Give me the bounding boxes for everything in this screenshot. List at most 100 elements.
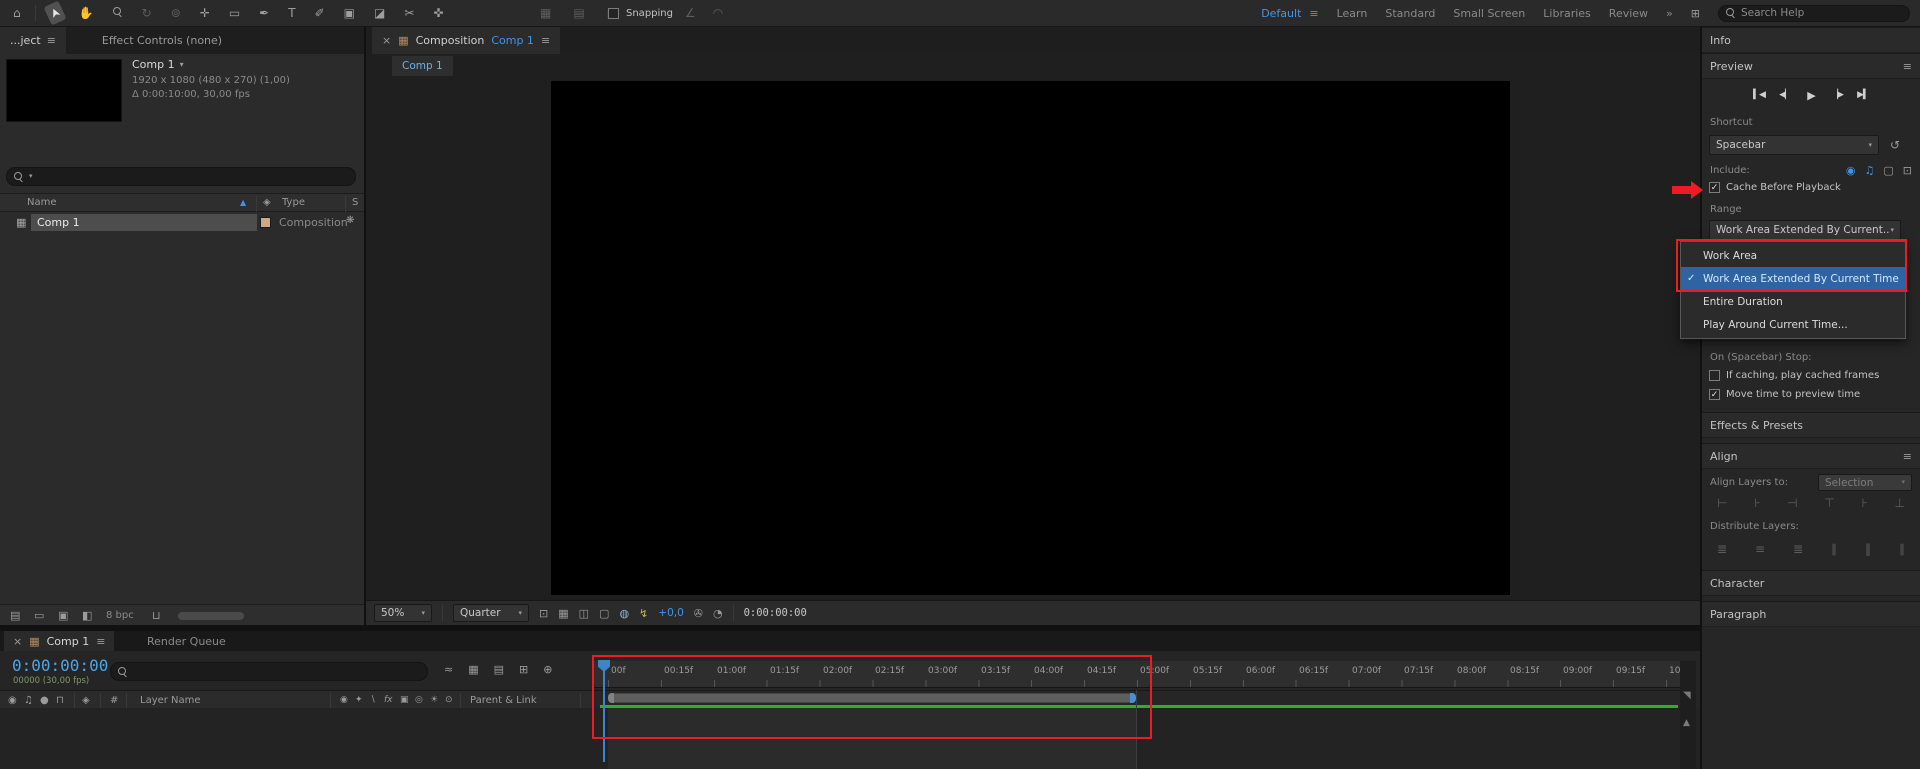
timeline-zoom-icon[interactable]: ▲ [1683, 719, 1690, 728]
chevron-down-icon[interactable]: ▾ [180, 60, 184, 69]
panel-menu-icon[interactable]: ≡ [541, 35, 550, 46]
project-search-input[interactable]: ▾ [6, 167, 356, 186]
distribute-right-icon[interactable]: ∥ [1894, 541, 1910, 557]
pan-behind-tool-icon[interactable]: ✛ [195, 5, 215, 21]
zoom-tool-icon[interactable] [108, 5, 128, 21]
column-name[interactable]: Name [27, 197, 57, 208]
new-composition-icon[interactable]: ▣ [58, 610, 68, 621]
distribute-top-icon[interactable]: ≣ [1712, 541, 1732, 557]
workspace-grid-icon[interactable]: ⊞ [1691, 8, 1700, 19]
tab-composition[interactable]: × ▦ Composition Comp 1 ≡ [372, 27, 561, 54]
video-column-icon[interactable]: ◉ [8, 696, 17, 706]
tab-timeline-comp1[interactable]: × ▦ Comp 1 ≡ [4, 631, 115, 651]
pen-tool-icon[interactable]: ✒ [254, 5, 274, 21]
switch-quality-icon[interactable]: ▣ [400, 696, 409, 705]
snapshot-camera-icon[interactable]: ✇ [694, 608, 703, 619]
distribute-vcenter-icon[interactable]: ≡ [1750, 541, 1770, 557]
sort-ascending-icon[interactable]: ▲ [240, 198, 246, 207]
play-cached-frames-checkbox[interactable] [1709, 370, 1720, 381]
switch-fx-icon[interactable]: fx [384, 696, 393, 705]
puppet-pin-tool-icon[interactable]: ✜ [428, 5, 448, 21]
composition-mini-flowchart-icon[interactable]: ≈ [444, 664, 453, 675]
audio-column-icon[interactable]: ♫ [24, 696, 33, 706]
axis-mode-icon[interactable]: ▤ [568, 5, 589, 21]
switch-collapse-icon[interactable]: ∖ [370, 696, 376, 705]
info-panel-header[interactable]: Info [1702, 27, 1920, 53]
include-layer-controls-icon[interactable]: ⊡ [1903, 165, 1912, 176]
align-top-icon[interactable]: ⊤ [1819, 495, 1839, 511]
work-area-start-handle[interactable] [608, 693, 614, 703]
align-vcenter-icon[interactable]: ⊦ [1857, 495, 1873, 511]
distribute-left-icon[interactable]: ∥ [1826, 541, 1842, 557]
label-column-icon[interactable]: ◈ [263, 198, 271, 208]
play-button[interactable]: ▶ [1801, 89, 1821, 102]
align-bottom-icon[interactable]: ⊥ [1890, 495, 1910, 511]
exposure-value[interactable]: +0,0 [658, 607, 684, 619]
composition-viewer[interactable] [551, 81, 1510, 595]
menu-item-work-area[interactable]: Work Area [1681, 244, 1905, 267]
tab-project[interactable]: ...ject ≡ [0, 27, 66, 54]
fast-previews-icon[interactable]: ↯ [639, 608, 648, 619]
align-right-icon[interactable]: ⊣ [1782, 495, 1802, 511]
label-column-icon[interactable]: ◈ [82, 696, 90, 706]
playhead-line[interactable] [603, 660, 605, 762]
work-area-bar[interactable] [608, 693, 1136, 703]
resolution-dropdown[interactable]: Quarter ▾ [453, 604, 529, 622]
range-dropdown[interactable]: Work Area Extended By Current... ▾ [1709, 220, 1901, 240]
snap-option-icon[interactable]: ◠ [708, 5, 728, 21]
tab-render-queue[interactable]: Render Queue [147, 635, 226, 648]
close-icon[interactable]: × [13, 636, 22, 647]
distribute-bottom-icon[interactable]: ≣ [1788, 541, 1808, 557]
brush-tool-icon[interactable]: ✐ [310, 5, 330, 21]
panel-menu-icon[interactable]: ≡ [1903, 451, 1912, 462]
rotate-tool-icon[interactable]: ↻ [137, 5, 157, 21]
switch-shy-icon[interactable]: ✦ [355, 696, 363, 705]
switch-frame-blend-icon[interactable]: ◎ [415, 696, 423, 705]
region-of-interest-icon[interactable]: ⊡ [539, 608, 548, 619]
preview-panel-header[interactable]: Preview ≡ [1702, 53, 1920, 79]
camera-tool-icon[interactable]: ⊚ [166, 5, 186, 21]
snap-option-icon[interactable]: ∠ [680, 5, 701, 21]
new-folder-icon[interactable]: ▭ [34, 610, 44, 621]
menu-item-entire-duration[interactable]: Entire Duration [1681, 290, 1905, 313]
distribute-hcenter-icon[interactable]: ‖ [1860, 541, 1876, 557]
current-time-display[interactable]: 0:00:00:00 [12, 656, 108, 675]
lock-column-icon[interactable]: ⊓ [56, 696, 64, 706]
column-divider[interactable] [256, 196, 257, 212]
move-time-checkbox[interactable] [1709, 389, 1720, 400]
effects-presets-header[interactable]: Effects & Presets [1702, 412, 1920, 438]
draft-3d-icon[interactable]: ▦ [468, 664, 478, 675]
align-left-icon[interactable]: ⊢ [1712, 495, 1732, 511]
snapping-checkbox[interactable] [608, 7, 619, 19]
preview-time-value[interactable]: 0:00:00:00 [744, 607, 807, 619]
panel-menu-icon[interactable]: ≡ [96, 636, 105, 647]
project-comp-title[interactable]: Comp 1 [132, 58, 175, 71]
timeline-search-input[interactable] [110, 662, 428, 681]
next-frame-button[interactable]: ▕▶ [1827, 90, 1847, 100]
clone-stamp-tool-icon[interactable]: ▣ [339, 5, 360, 21]
workspace-menu-icon[interactable]: ≡ [1309, 8, 1318, 19]
grid-guides-icon[interactable]: ▢ [599, 608, 609, 619]
adjust-icon[interactable]: ◧ [82, 610, 92, 621]
workspace-tab-libraries[interactable]: Libraries [1543, 7, 1591, 20]
include-overlays-icon[interactable]: ▢ [1883, 165, 1893, 176]
workspace-tab-review[interactable]: Review [1609, 7, 1648, 20]
motion-blur-icon[interactable]: ⊕ [543, 664, 552, 675]
label-color-chip[interactable] [260, 217, 271, 228]
frame-blending-icon[interactable]: ⊞ [519, 664, 528, 675]
workspace-tab-standard[interactable]: Standard [1385, 7, 1435, 20]
first-frame-button[interactable]: ▍◀ [1749, 90, 1769, 100]
workspace-overflow-icon[interactable]: » [1666, 7, 1673, 20]
tab-effect-controls[interactable]: Effect Controls (none) [92, 27, 232, 54]
include-video-icon[interactable]: ◉ [1846, 165, 1856, 176]
workspace-tab-default[interactable]: Default [1261, 7, 1301, 20]
help-search-input[interactable]: Search Help [1718, 4, 1910, 22]
align-panel-header[interactable]: Align ≡ [1702, 443, 1920, 469]
align-layers-dropdown[interactable]: Selection ▾ [1818, 474, 1912, 491]
axis-mode-icon[interactable]: ▦ [535, 5, 556, 21]
flowchart-icon[interactable]: ▤ [10, 610, 20, 621]
last-frame-button[interactable]: ▶▍ [1853, 90, 1873, 100]
workspace-tab-small-screen[interactable]: Small Screen [1453, 7, 1525, 20]
shape-tool-icon[interactable]: ▭ [224, 5, 245, 21]
switch-video-icon[interactable]: ◉ [340, 696, 348, 705]
